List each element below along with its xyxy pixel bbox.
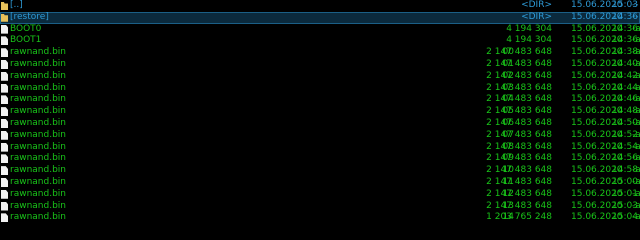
file-size: 2 147 483 648 <box>486 200 552 211</box>
file-icon <box>1 83 8 93</box>
file-size: 2 147 483 648 <box>486 58 552 69</box>
file-attributes: -a <box>632 188 640 199</box>
file-icon <box>1 154 8 164</box>
file-row[interactable]: rawnand.bin 05 2 147 483 648 15.06.2020 14:4… <box>0 106 640 118</box>
file-icon <box>1 130 8 140</box>
file-row[interactable]: rawnand.bin 02 2 147 483 648 15.06.2020 14:4… <box>0 71 640 83</box>
file-attributes: -a <box>632 82 640 93</box>
file-size: 1 203 765 248 <box>486 212 552 223</box>
folder-icon <box>1 2 8 10</box>
file-size: 4 194 304 <box>506 23 552 34</box>
file-size: 2 147 483 648 <box>486 176 552 187</box>
file-name: rawnand.bin <box>10 141 66 152</box>
file-size: <DIR> <box>521 11 552 22</box>
file-attributes: -a <box>632 106 640 117</box>
file-icon <box>1 36 8 46</box>
file-attributes: -a <box>632 129 640 140</box>
file-name: BOOT1 <box>10 35 42 46</box>
file-name: rawnand.bin <box>10 176 66 187</box>
file-row[interactable]: rawnand.bin 14 1 203 765 248 15.06.2020 15:0… <box>0 212 640 224</box>
file-icon <box>1 24 8 34</box>
file-list-panel[interactable]: [..] <DIR> 15.06.2020 15:03 -- [restore] <DIR>… <box>0 0 640 235</box>
file-icon <box>1 201 8 211</box>
file-icon <box>1 177 8 187</box>
file-size: 2 147 483 648 <box>486 165 552 176</box>
file-name: BOOT0 <box>10 23 42 34</box>
file-name: rawnand.bin <box>10 153 66 164</box>
file-row[interactable]: rawnand.bin 08 2 147 483 648 15.06.2020 14:5… <box>0 142 640 154</box>
file-attributes: -- <box>632 11 639 22</box>
file-size: 2 147 483 648 <box>486 106 552 117</box>
file-attributes: -a <box>632 23 640 34</box>
file-icon <box>1 213 8 223</box>
file-icon <box>1 107 8 117</box>
file-name: rawnand.bin <box>10 94 66 105</box>
file-size: <DIR> <box>521 0 552 10</box>
file-attributes: -a <box>632 117 640 128</box>
file-row[interactable]: rawnand.bin 00 2 147 483 648 15.06.2020 14:3… <box>0 47 640 59</box>
file-attributes: -a <box>632 200 640 211</box>
file-name: rawnand.bin <box>10 188 66 199</box>
file-name: rawnand.bin <box>10 129 66 140</box>
file-row[interactable]: BOOT1 4 194 304 15.06.2020 14:36 -a <box>0 35 640 47</box>
file-attributes: -a <box>632 153 640 164</box>
file-row-selected[interactable]: [restore] <DIR> 15.06.2020 14:36 -- <box>0 11 640 24</box>
file-name: rawnand.bin <box>10 200 66 211</box>
file-name: rawnand.bin <box>10 117 66 128</box>
file-attributes: -a <box>632 35 640 46</box>
folder-icon <box>1 13 8 22</box>
file-icon <box>1 118 8 128</box>
file-row[interactable]: BOOT0 4 194 304 15.06.2020 14:36 -a <box>0 24 640 36</box>
file-icon <box>1 142 8 152</box>
file-name: rawnand.bin <box>10 212 66 223</box>
file-size: 2 147 483 648 <box>486 70 552 81</box>
file-row[interactable]: rawnand.bin 01 2 147 483 648 15.06.2020 14:4… <box>0 59 640 71</box>
file-name: rawnand.bin <box>10 47 66 58</box>
file-name: [..] <box>10 0 23 10</box>
file-row[interactable]: rawnand.bin 03 2 147 483 648 15.06.2020 14:4… <box>0 83 640 95</box>
file-attributes: -a <box>632 165 640 176</box>
file-attributes: -a <box>632 141 640 152</box>
file-name: rawnand.bin <box>10 165 66 176</box>
file-row[interactable]: rawnand.bin 12 2 147 483 648 15.06.2020 15:0… <box>0 189 640 201</box>
file-row[interactable]: rawnand.bin 07 2 147 483 648 15.06.2020 14:5… <box>0 130 640 142</box>
file-icon <box>1 59 8 69</box>
file-attributes: -a <box>632 47 640 58</box>
file-size: 2 147 483 648 <box>486 129 552 140</box>
file-size: 2 147 483 648 <box>486 188 552 199</box>
file-row[interactable]: rawnand.bin 04 2 147 483 648 15.06.2020 14:4… <box>0 94 640 106</box>
file-icon <box>1 48 8 58</box>
file-attributes: -a <box>632 212 640 223</box>
file-attributes: -a <box>632 70 640 81</box>
file-name: rawnand.bin <box>10 58 66 69</box>
file-name: rawnand.bin <box>10 106 66 117</box>
file-size: 2 147 483 648 <box>486 117 552 128</box>
file-row[interactable]: rawnand.bin 06 2 147 483 648 15.06.2020 14:5… <box>0 118 640 130</box>
file-name: rawnand.bin <box>10 70 66 81</box>
file-name: [restore] <box>10 11 49 22</box>
file-size: 4 194 304 <box>506 35 552 46</box>
file-icon <box>1 189 8 199</box>
file-size: 2 147 483 648 <box>486 141 552 152</box>
file-icon <box>1 166 8 176</box>
file-attributes: -a <box>632 58 640 69</box>
file-row[interactable]: rawnand.bin 13 2 147 483 648 15.06.2020 15:0… <box>0 201 640 213</box>
file-attributes: -a <box>632 94 640 105</box>
file-size: 2 147 483 648 <box>486 94 552 105</box>
file-name: rawnand.bin <box>10 82 66 93</box>
file-row[interactable]: rawnand.bin 11 2 147 483 648 15.06.2020 15:0… <box>0 177 640 189</box>
file-size: 2 147 483 648 <box>486 153 552 164</box>
file-row[interactable]: rawnand.bin 09 2 147 483 648 15.06.2020 14:5… <box>0 153 640 165</box>
file-attributes: -a <box>632 176 640 187</box>
file-icon <box>1 71 8 81</box>
file-row[interactable]: [..] <DIR> 15.06.2020 15:03 -- <box>0 0 640 12</box>
file-row[interactable]: rawnand.bin 10 2 147 483 648 15.06.2020 14:5… <box>0 165 640 177</box>
file-icon <box>1 95 8 105</box>
file-attributes: -- <box>632 0 639 10</box>
file-size: 2 147 483 648 <box>486 47 552 58</box>
file-size: 2 147 483 648 <box>486 82 552 93</box>
